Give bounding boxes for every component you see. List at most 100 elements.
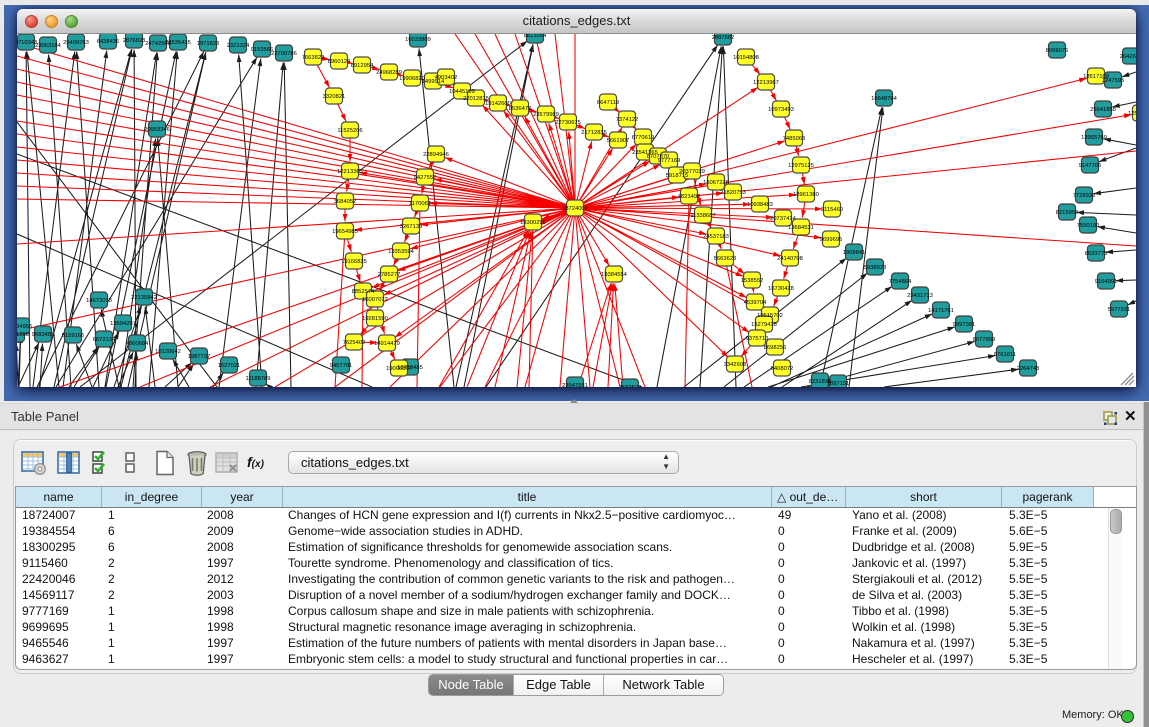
svg-text:9997381: 9997381 <box>953 322 976 328</box>
svg-text:9115460: 9115460 <box>821 207 843 213</box>
svg-text:9683481: 9683481 <box>32 332 55 338</box>
svg-text:16067228: 16067228 <box>703 180 729 186</box>
svg-text:11338687: 11338687 <box>690 213 715 219</box>
svg-text:9164991: 9164991 <box>1095 279 1118 285</box>
svg-text:9147706: 9147706 <box>1079 163 1102 169</box>
svg-text:22135842: 22135842 <box>131 295 157 301</box>
svg-text:14672073: 14672073 <box>86 298 112 304</box>
svg-text:3267130: 3267130 <box>400 224 423 230</box>
svg-text:11188789: 11188789 <box>246 376 271 382</box>
svg-text:9457791: 9457791 <box>330 363 353 369</box>
svg-text:1527021: 1527021 <box>218 363 241 369</box>
svg-text:4539704: 4539704 <box>744 300 767 306</box>
svg-text:23535435: 23535435 <box>165 40 191 46</box>
svg-text:19384554: 19384554 <box>601 272 628 278</box>
svg-text:8813054: 8813054 <box>524 34 547 39</box>
svg-text:8536477: 8536477 <box>509 106 532 112</box>
svg-text:18724007: 18724007 <box>562 206 588 212</box>
svg-text:3684052: 3684052 <box>334 199 357 205</box>
svg-text:2642635: 2642635 <box>1120 54 1136 60</box>
svg-text:23431713: 23431713 <box>907 293 933 299</box>
svg-text:9375710: 9375710 <box>746 336 769 342</box>
svg-text:2785277: 2785277 <box>378 272 401 278</box>
svg-text:7550190: 7550190 <box>1077 223 1100 229</box>
svg-text:1971823: 1971823 <box>197 41 220 47</box>
svg-text:5408072: 5408072 <box>771 366 794 372</box>
svg-text:7728339: 7728339 <box>1073 193 1096 199</box>
svg-text:4823498: 4823498 <box>678 194 701 200</box>
svg-text:11525206: 11525206 <box>337 128 362 134</box>
svg-text:13965789: 13965789 <box>1081 135 1107 141</box>
svg-text:7264956: 7264956 <box>17 324 32 330</box>
svg-text:9427552: 9427552 <box>414 175 437 181</box>
svg-text:21820753: 21820753 <box>720 190 746 196</box>
svg-text:19515702: 19515702 <box>757 313 783 319</box>
svg-text:8960124: 8960124 <box>328 59 351 65</box>
svg-text:13716485: 13716485 <box>397 365 423 371</box>
svg-text:12213967: 12213967 <box>753 80 779 86</box>
svg-text:23063184: 23063184 <box>35 43 62 49</box>
svg-text:8633773: 8633773 <box>1085 251 1108 257</box>
svg-text:20737414: 20737414 <box>770 216 797 222</box>
svg-text:10973493: 10973493 <box>768 107 794 113</box>
svg-text:22730675: 22730675 <box>555 120 581 126</box>
svg-text:7625402: 7625402 <box>343 340 366 346</box>
svg-text:4860684: 4860684 <box>126 341 149 347</box>
svg-text:1247595: 1247595 <box>1102 78 1125 84</box>
svg-text:5661907: 5661907 <box>607 138 630 144</box>
svg-text:6672134: 6672134 <box>93 337 116 343</box>
svg-text:8215958: 8215958 <box>1056 210 1079 216</box>
svg-text:1170061: 1170061 <box>409 201 431 207</box>
svg-text:7485063: 7485063 <box>783 136 806 142</box>
svg-text:9699695: 9699695 <box>820 237 843 243</box>
svg-text:13353594: 13353594 <box>388 249 415 255</box>
svg-text:18300295: 18300295 <box>520 220 546 226</box>
svg-text:16648784: 16648784 <box>871 96 898 102</box>
svg-text:13684531: 13684531 <box>788 225 814 231</box>
svg-text:23579989: 23579989 <box>533 112 559 118</box>
svg-text:14171761: 14171761 <box>928 308 954 314</box>
svg-text:5977931: 5977931 <box>1108 307 1131 313</box>
svg-text:5663623: 5663623 <box>714 256 737 262</box>
svg-text:8761611: 8761611 <box>994 352 1016 358</box>
svg-text:19142600: 19142600 <box>485 101 511 107</box>
svg-text:8852574: 8852574 <box>352 289 375 295</box>
svg-text:6438436: 6438436 <box>97 39 120 45</box>
svg-text:16033809: 16033809 <box>405 37 431 43</box>
svg-text:2321324: 2321324 <box>227 43 250 49</box>
svg-text:9777169: 9777169 <box>658 158 681 164</box>
svg-text:2582524: 2582524 <box>619 385 642 387</box>
svg-text:10938483: 10938483 <box>747 202 773 208</box>
svg-text:6770619: 6770619 <box>632 135 655 141</box>
svg-text:8912954: 8912954 <box>351 63 374 69</box>
svg-text:1538552: 1538552 <box>741 278 764 284</box>
svg-text:1908841: 1908841 <box>843 250 866 256</box>
svg-text:23547551: 23547551 <box>562 383 588 387</box>
svg-text:12564217: 12564217 <box>1128 111 1136 117</box>
svg-text:10154808: 10154808 <box>733 55 759 61</box>
svg-text:20953346: 20953346 <box>144 127 170 133</box>
svg-text:7897151: 7897151 <box>827 381 850 387</box>
svg-text:2887682: 2887682 <box>712 35 735 41</box>
svg-text:10120642: 10120642 <box>155 349 181 355</box>
svg-text:22894946: 22894946 <box>423 152 449 158</box>
svg-text:5159166: 5159166 <box>62 333 85 339</box>
svg-text:19281590: 19281590 <box>362 316 388 322</box>
svg-text:9153566: 9153566 <box>251 47 274 53</box>
svg-text:8099076: 8099076 <box>1046 48 1069 54</box>
svg-text:24968289: 24968289 <box>376 70 402 76</box>
svg-text:24537183: 24537183 <box>703 234 729 240</box>
svg-text:19654985: 19654985 <box>332 229 358 235</box>
svg-text:21961298: 21961298 <box>17 332 29 338</box>
svg-text:25409763: 25409763 <box>63 40 89 46</box>
svg-text:21712835: 21712835 <box>581 130 607 136</box>
svg-text:24140708: 24140708 <box>777 256 803 262</box>
svg-text:3320821: 3320821 <box>323 94 346 100</box>
svg-text:7663822: 7663822 <box>302 55 325 61</box>
svg-text:15279418: 15279418 <box>751 322 777 328</box>
svg-text:25541858: 25541858 <box>1090 107 1116 113</box>
svg-text:12975125: 12975125 <box>788 163 814 169</box>
svg-text:10445199: 10445199 <box>449 89 475 95</box>
svg-text:18961380: 18961380 <box>793 192 819 198</box>
svg-text:13594297: 13594297 <box>110 321 136 327</box>
